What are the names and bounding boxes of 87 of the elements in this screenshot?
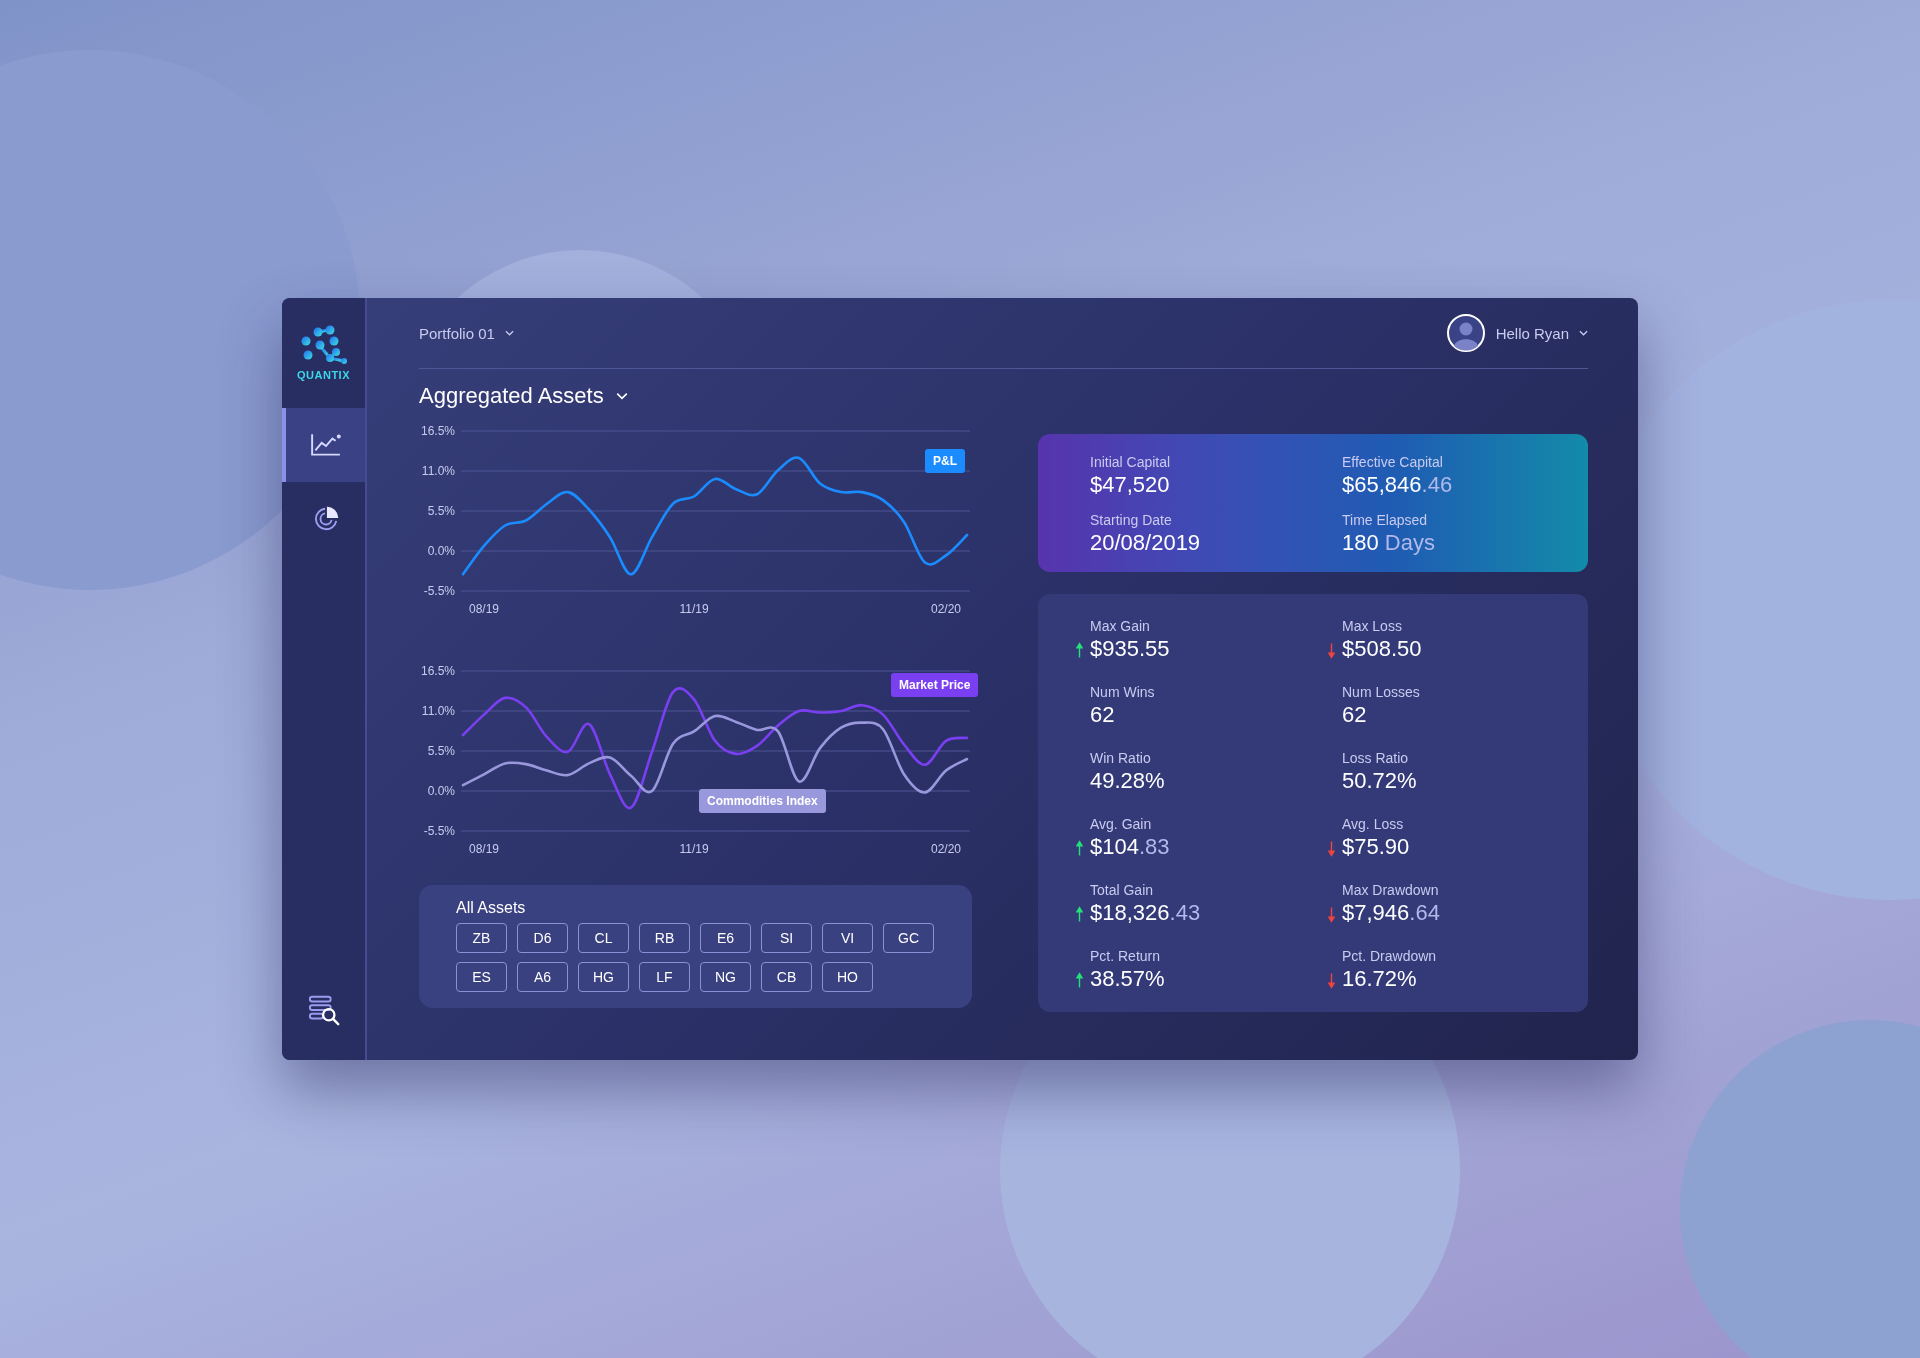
y-axis-label: 16.5%: [420, 424, 455, 438]
stat-value: 38.57%: [1090, 966, 1165, 992]
down-arrow-icon: [1328, 971, 1335, 989]
asset-chip[interactable]: ES: [456, 962, 507, 992]
y-axis-label: 11.0%: [421, 464, 455, 478]
asset-chip[interactable]: HO: [822, 962, 873, 992]
stat-label: Loss Ratio: [1342, 750, 1410, 766]
stat-label: Pct. Return: [1090, 948, 1162, 964]
stat-label: Total Gain: [1090, 882, 1155, 898]
stat-value: $508.50: [1342, 636, 1422, 662]
stat-value: 16.72%: [1342, 966, 1418, 992]
stat-label: Max Drawdown: [1342, 882, 1440, 898]
asset-chip[interactable]: NG: [700, 962, 751, 992]
y-axis-label: 0.0%: [427, 784, 455, 798]
up-arrow-icon: [1076, 839, 1083, 857]
asset-chip[interactable]: CL: [578, 923, 629, 953]
caret-icon: [1579, 330, 1588, 336]
stat-value: $75.90: [1342, 834, 1410, 860]
legend-tag: Commodities Index: [699, 789, 826, 813]
y-axis-label: 11.0%: [421, 704, 455, 718]
stat-label: Max Loss: [1342, 618, 1403, 634]
y-axis-label: 5.5%: [427, 744, 455, 758]
stat-label: Starting Date: [1090, 512, 1173, 528]
stat-value: 20/08/2019: [1090, 530, 1202, 556]
stat-label: Avg. Loss: [1342, 816, 1405, 832]
y-axis-label: -5.5%: [423, 824, 455, 838]
stat-label: Win Ratio: [1090, 750, 1152, 766]
stat-label: Pct. Drawdown: [1342, 948, 1437, 964]
assets-title: All Assets: [456, 899, 527, 917]
x-axis-label: 11/19: [679, 602, 709, 615]
stat-value: $104.83: [1090, 834, 1170, 860]
down-arrow-icon: [1328, 641, 1335, 659]
y-axis-label: 0.0%: [427, 544, 455, 558]
caret-icon: [615, 392, 628, 400]
logo-icon: [299, 325, 348, 365]
stat-label: Num Wins: [1090, 684, 1155, 700]
logo-text: QUANTIX: [297, 369, 350, 381]
stat-label: Avg. Gain: [1090, 816, 1153, 832]
y-axis-label: -5.5%: [423, 584, 455, 598]
stat-label: Num Losses: [1342, 684, 1420, 700]
asset-chip[interactable]: VI: [822, 923, 873, 953]
legend-tag: Market Price: [891, 673, 979, 697]
asset-chip[interactable]: HG: [578, 962, 629, 992]
asset-chip[interactable]: A6: [517, 962, 568, 992]
x-axis-label: 11/19: [679, 842, 709, 855]
asset-chip[interactable]: GC: [883, 923, 934, 953]
stat-value: 62: [1090, 702, 1116, 728]
stat-value: 49.28%: [1090, 768, 1165, 794]
stat-value: $935.55: [1090, 636, 1170, 662]
down-arrow-icon: [1328, 905, 1335, 923]
asset-chip[interactable]: ZB: [456, 923, 507, 953]
y-axis-label: 5.5%: [427, 504, 455, 518]
legend-tag: P&L: [925, 449, 965, 473]
caret-icon: [504, 330, 514, 336]
stat-value: 50.72%: [1342, 768, 1417, 794]
up-arrow-icon: [1076, 971, 1083, 989]
x-axis-label: 08/19: [469, 602, 499, 615]
asset-chip[interactable]: CB: [761, 962, 812, 992]
x-axis-label: 08/19: [469, 842, 499, 855]
down-arrow-icon: [1328, 839, 1335, 857]
line-chart-icon: [309, 431, 342, 459]
asset-chip[interactable]: SI: [761, 923, 812, 953]
user-menu[interactable]: Hello Ryan: [1495, 324, 1588, 342]
asset-chip[interactable]: E6: [700, 923, 751, 953]
view-dropdown[interactable]: Aggregated Assets: [419, 383, 972, 409]
asset-chip[interactable]: LF: [639, 962, 690, 992]
search-list-icon[interactable]: [307, 994, 342, 1026]
stat-label: Effective Capital: [1342, 454, 1444, 470]
up-arrow-icon: [1076, 905, 1083, 923]
y-axis-label: 16.5%: [420, 664, 455, 678]
portfolio-dropdown[interactable]: Portfolio 01: [419, 324, 514, 342]
stat-value: 180 Days: [1342, 530, 1436, 556]
avatar-icon[interactable]: [1445, 313, 1486, 353]
stat-label: Initial Capital: [1090, 454, 1172, 470]
stat-value: $18,326.43: [1090, 900, 1201, 926]
x-axis-label: 02/20: [931, 602, 961, 615]
stat-label: Max Gain: [1090, 618, 1151, 634]
stat-value: 62: [1342, 702, 1368, 728]
stat-value: $65,846.46: [1342, 472, 1454, 498]
stat-value: $7,946.64: [1342, 900, 1440, 926]
stat-label: Time Elapsed: [1342, 512, 1429, 528]
up-arrow-icon: [1076, 641, 1083, 659]
x-axis-label: 02/20: [931, 842, 961, 855]
asset-chip[interactable]: D6: [517, 923, 568, 953]
line-chart-nav-item[interactable]: [282, 408, 365, 482]
asset-chip[interactable]: RB: [639, 923, 690, 953]
stat-value: $47,520: [1090, 472, 1171, 498]
